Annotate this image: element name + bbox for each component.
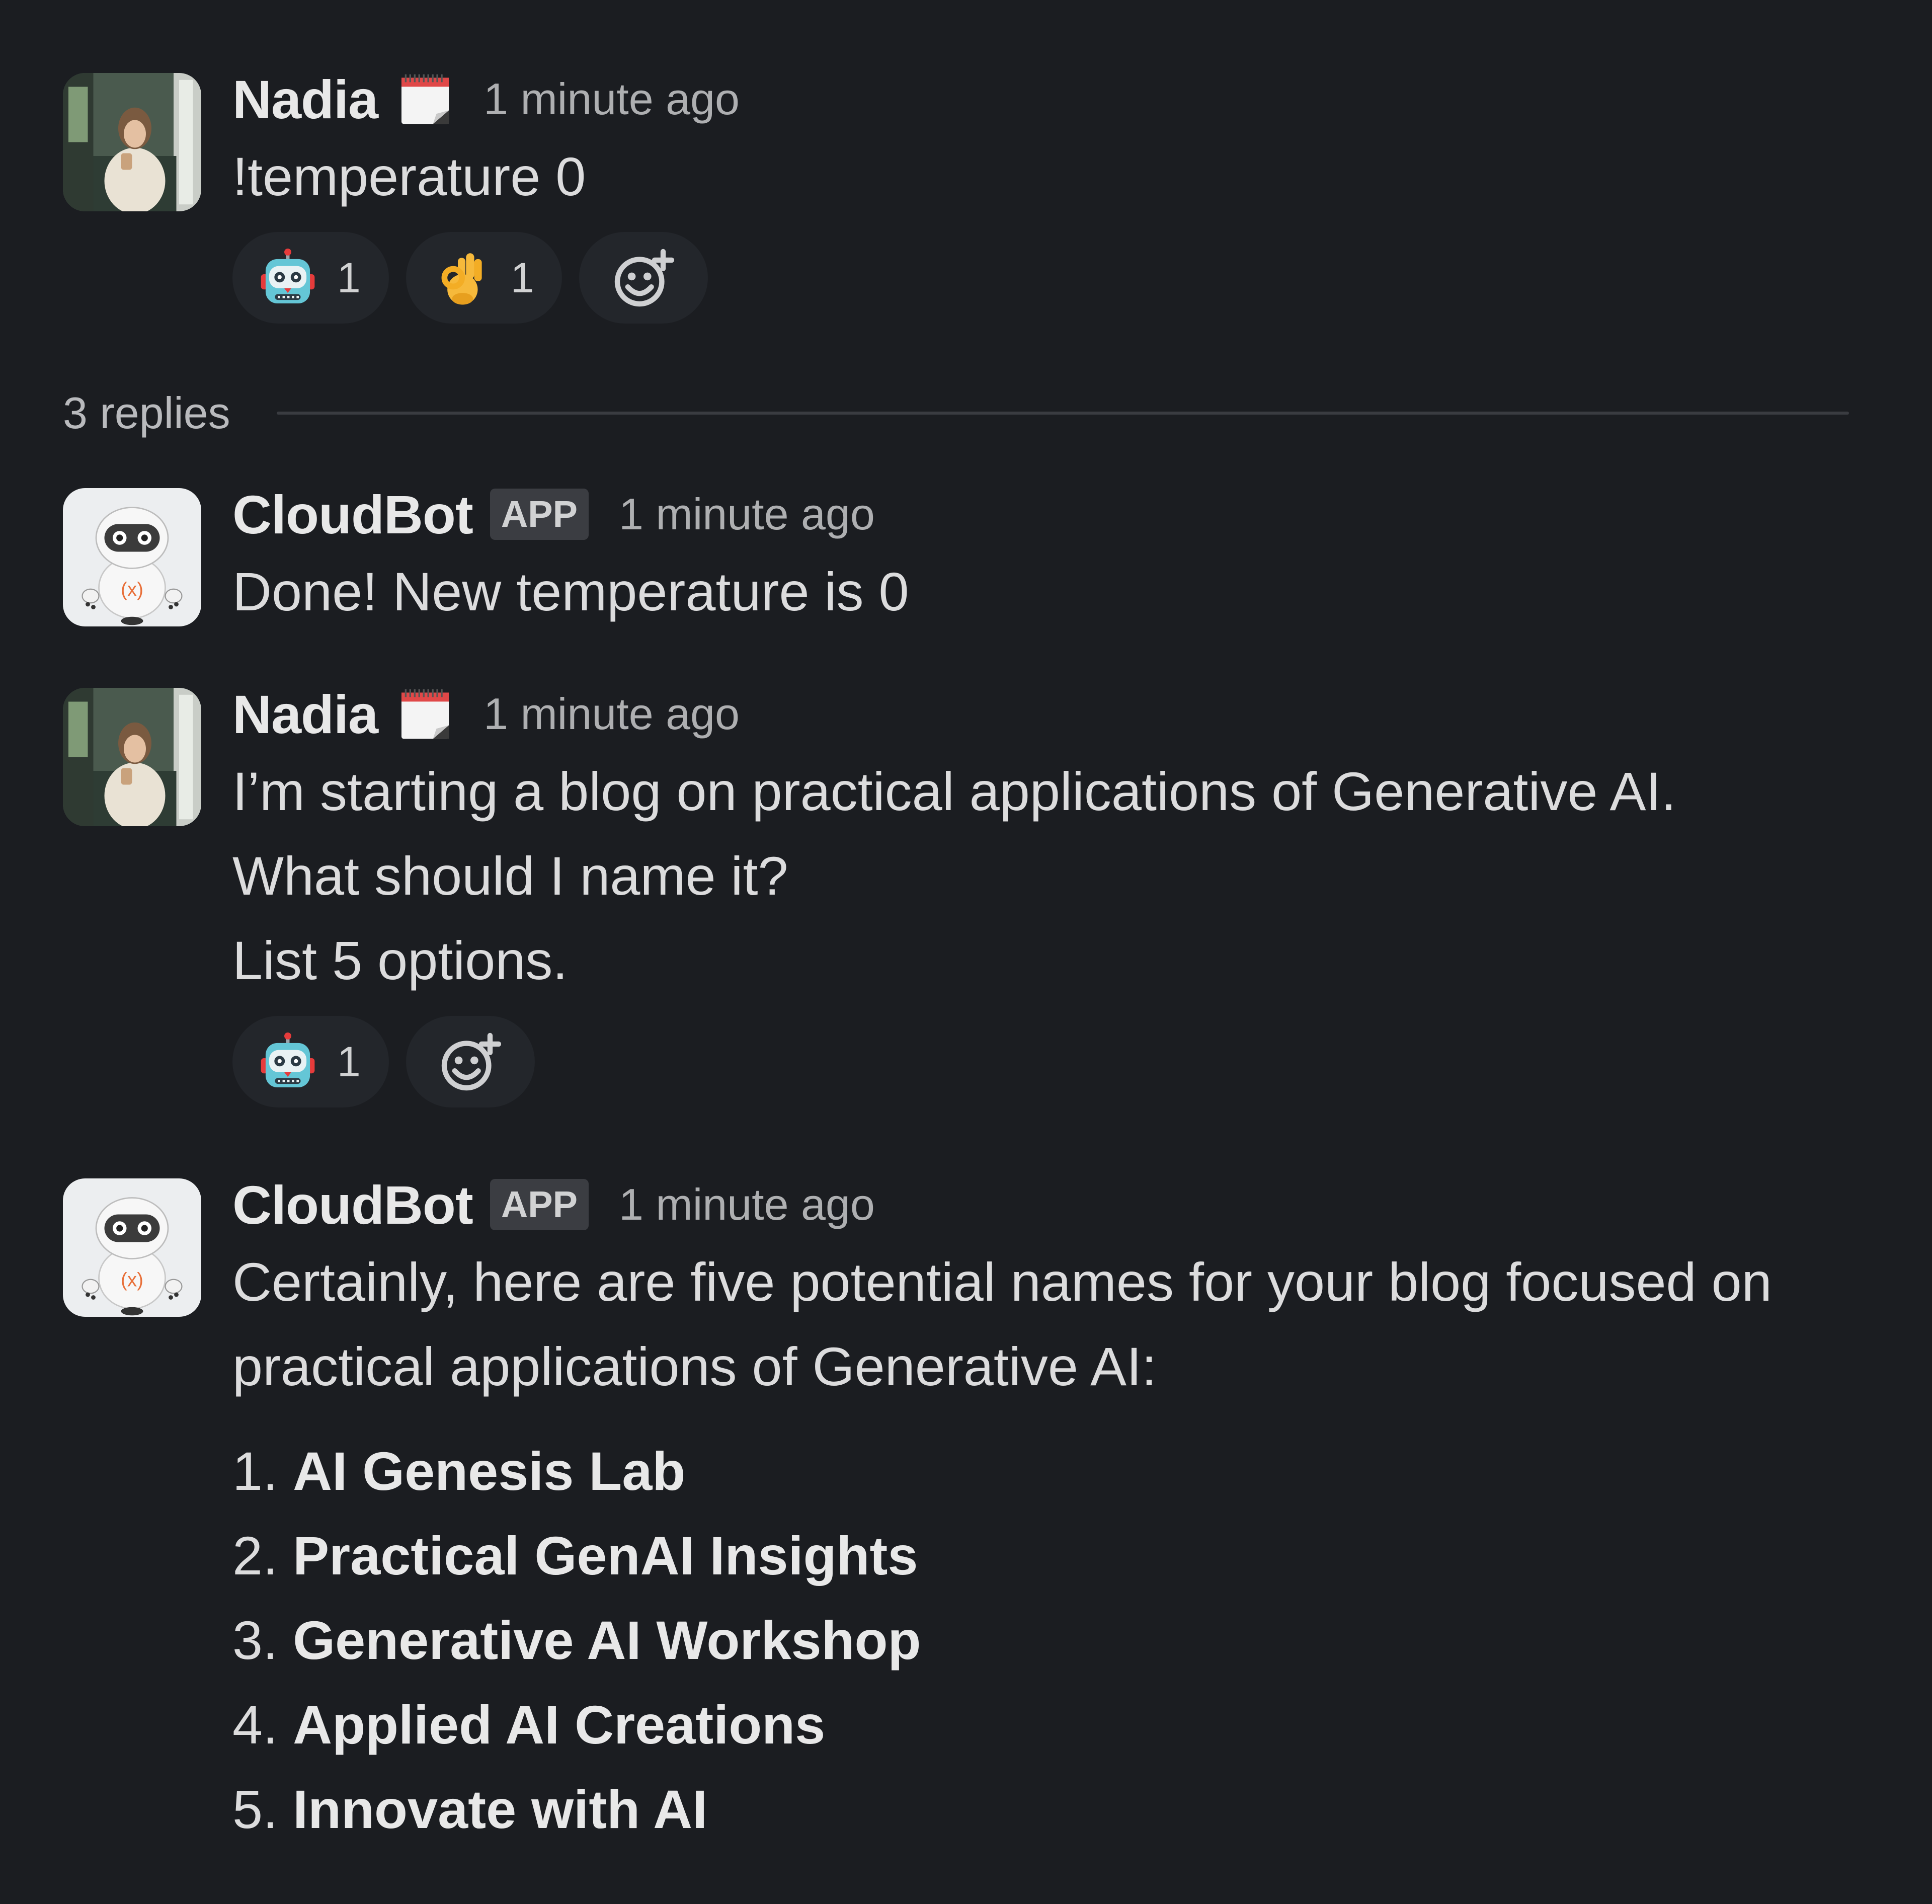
replies-count-label: 3 replies [63,388,230,438]
message-header: CloudBot APP 1 minute ago [232,483,1857,546]
avatar[interactable] [63,1178,201,1317]
author-name[interactable]: CloudBot [232,483,473,546]
message-timestamp[interactable]: 1 minute ago [484,73,740,125]
replies-divider-line [276,412,1849,415]
message-timestamp[interactable]: 1 minute ago [619,1179,875,1230]
message-text: !temperature 0 [232,146,586,207]
app-badge: APP [490,489,589,540]
option-name: Innovate with AI [293,1779,708,1840]
reaction-bar: 1 [232,1016,1857,1107]
robot-emoji-icon [259,1033,317,1091]
message-timestamp[interactable]: 1 minute ago [619,489,875,540]
reaction-count: 1 [337,254,361,301]
reaction-count: 1 [510,254,534,301]
list-item: 1. AI Genesis Lab [232,1429,1857,1514]
list-item: 5. Innovate with AI [232,1767,1857,1852]
option-name: AI Genesis Lab [293,1441,686,1501]
message-header: Nadia 1 minute ago [232,68,1857,131]
list-item: 4. Applied AI Creations [232,1683,1857,1767]
reaction-pill-robot[interactable]: 1 [232,1016,389,1107]
message-header: CloudBot APP 1 minute ago [232,1174,1857,1235]
message-text-line: What should I name it? [232,845,788,906]
message-text-line: practical applications of Generative AI: [232,1336,1157,1397]
message-text-line: List 5 options. [232,930,568,991]
list-number: 2. [232,1525,278,1586]
add-reaction-icon [438,1029,503,1094]
message-header: Nadia 1 minute ago [232,683,1857,746]
nadia-avatar-image [63,688,201,826]
reaction-count: 1 [337,1038,361,1085]
reaction-pill-robot[interactable]: 1 [232,232,389,324]
reaction-bar: 1 1 [232,232,1857,324]
message-text: Done! New temperature is 0 [232,561,909,622]
author-name[interactable]: CloudBot [232,1173,473,1236]
cloudbot-avatar-image [63,488,201,626]
avatar[interactable] [63,488,201,626]
reaction-pill-ok-hand[interactable]: 1 [406,232,562,324]
message-content: CloudBot APP 1 minute ago Certainly, her… [232,1174,1857,1852]
option-name: Applied AI Creations [293,1694,826,1755]
message-content: Nadia 1 minute ago I’m starting a blog o… [232,684,1857,1107]
nadia-avatar-image [63,73,201,211]
avatar[interactable] [63,688,201,826]
spiral-calendar-icon[interactable] [397,686,453,742]
app-badge: APP [490,1179,589,1230]
list-number: 3. [232,1610,278,1671]
message-text-line: I’m starting a blog on practical applica… [232,761,1676,822]
replies-divider-row: 3 replies [63,387,1849,439]
add-reaction-icon [611,245,676,310]
list-item: 3. Generative AI Workshop [232,1598,1857,1683]
cloudbot-avatar-image [63,1178,201,1317]
ok-hand-emoji-icon [432,249,491,307]
message-timestamp[interactable]: 1 minute ago [484,688,740,740]
option-name: Practical GenAI Insights [293,1525,918,1586]
list-number: 1. [232,1441,278,1501]
add-reaction-button[interactable] [579,232,708,324]
list-number: 4. [232,1694,278,1755]
list-number: 5. [232,1779,278,1840]
options-list: 1. AI Genesis Lab 2. Practical GenAI Ins… [232,1429,1857,1852]
author-name[interactable]: Nadia [232,683,378,746]
option-name: Generative AI Workshop [293,1610,921,1671]
robot-emoji-icon [259,249,317,307]
message-content: CloudBot APP 1 minute ago Done! New temp… [232,484,1857,634]
add-reaction-button[interactable] [406,1016,535,1107]
thread-view: Nadia 1 minute ago !temperature 0 1 1 3 … [0,0,1932,1904]
list-item: 2. Practical GenAI Insights [232,1514,1857,1598]
avatar[interactable] [63,73,201,211]
message-content: Nadia 1 minute ago !temperature 0 1 1 [232,69,1857,324]
message-text-line: Certainly, here are five potential names… [232,1251,1772,1312]
spiral-calendar-icon[interactable] [397,71,453,127]
author-name[interactable]: Nadia [232,68,378,131]
